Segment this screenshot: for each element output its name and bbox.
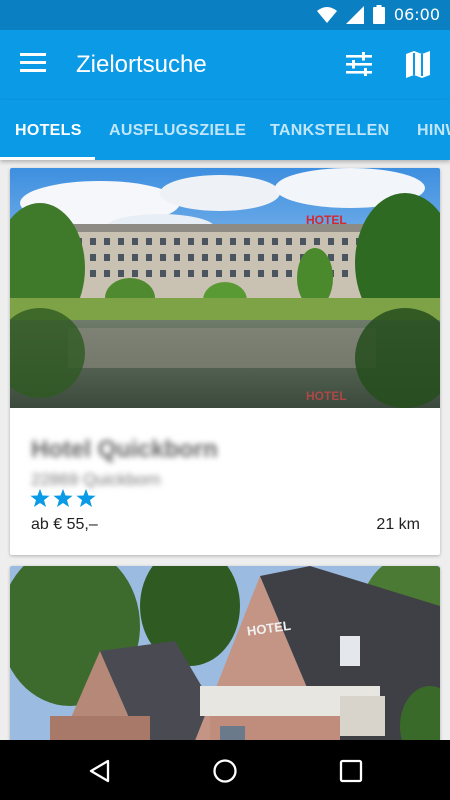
home-icon	[213, 759, 237, 783]
hotel-address: 22869 Quickborn	[31, 470, 161, 489]
tab-ausflugsziele[interactable]: AUSFLUGSZIELE	[109, 122, 246, 140]
filter-icon	[346, 52, 372, 76]
app-bar: Zielortsuche	[0, 30, 450, 100]
menu-icon	[20, 53, 46, 72]
hotel-list[interactable]: HOTEL HOTEL Hotel Quickborn 22869 Quickb…	[0, 160, 450, 740]
svg-text:HOTEL: HOTEL	[306, 389, 347, 403]
map-icon	[406, 51, 430, 78]
back-button[interactable]	[87, 758, 113, 784]
tab-indicator	[0, 157, 95, 160]
hotel-brick-house-photo: HOTEL	[10, 566, 440, 740]
back-icon	[89, 759, 110, 783]
star-icon	[76, 488, 96, 507]
star-icon	[30, 488, 50, 507]
star-icon	[53, 488, 73, 507]
filter-button[interactable]	[346, 52, 374, 80]
star-rating	[30, 488, 96, 508]
tab-tankstellen[interactable]: TANKSTELLEN	[270, 122, 389, 140]
system-nav-bar	[0, 740, 450, 800]
wifi-icon	[316, 6, 337, 23]
svg-text:HOTEL: HOTEL	[306, 213, 347, 227]
recents-icon	[339, 759, 363, 783]
tab-bar: HOTELS AUSFLUGSZIELE TANKSTELLEN HINW	[0, 100, 450, 160]
page-title: Zielortsuche	[76, 51, 207, 78]
hotel-lake-photo: HOTEL HOTEL	[10, 168, 440, 408]
status-icons: 06:00	[316, 5, 440, 24]
hotel-name: Hotel Quickborn	[31, 436, 218, 463]
battery-icon	[372, 5, 385, 24]
tab-hotels[interactable]: HOTELS	[15, 122, 82, 140]
menu-button[interactable]	[20, 52, 50, 78]
signal-icon	[345, 5, 364, 24]
status-time: 06:00	[393, 5, 440, 24]
tab-hinweise[interactable]: HINW	[417, 122, 450, 140]
hotel-card[interactable]: HOTEL	[10, 566, 440, 740]
hotel-card[interactable]: HOTEL HOTEL Hotel Quickborn 22869 Quickb…	[10, 168, 440, 555]
map-button[interactable]	[406, 51, 434, 81]
home-button[interactable]	[212, 758, 238, 784]
status-bar: 06:00	[0, 0, 450, 30]
distance-label: 21 km	[376, 516, 420, 533]
price-label: ab € 55,–	[31, 516, 98, 533]
recents-button[interactable]	[338, 758, 364, 784]
